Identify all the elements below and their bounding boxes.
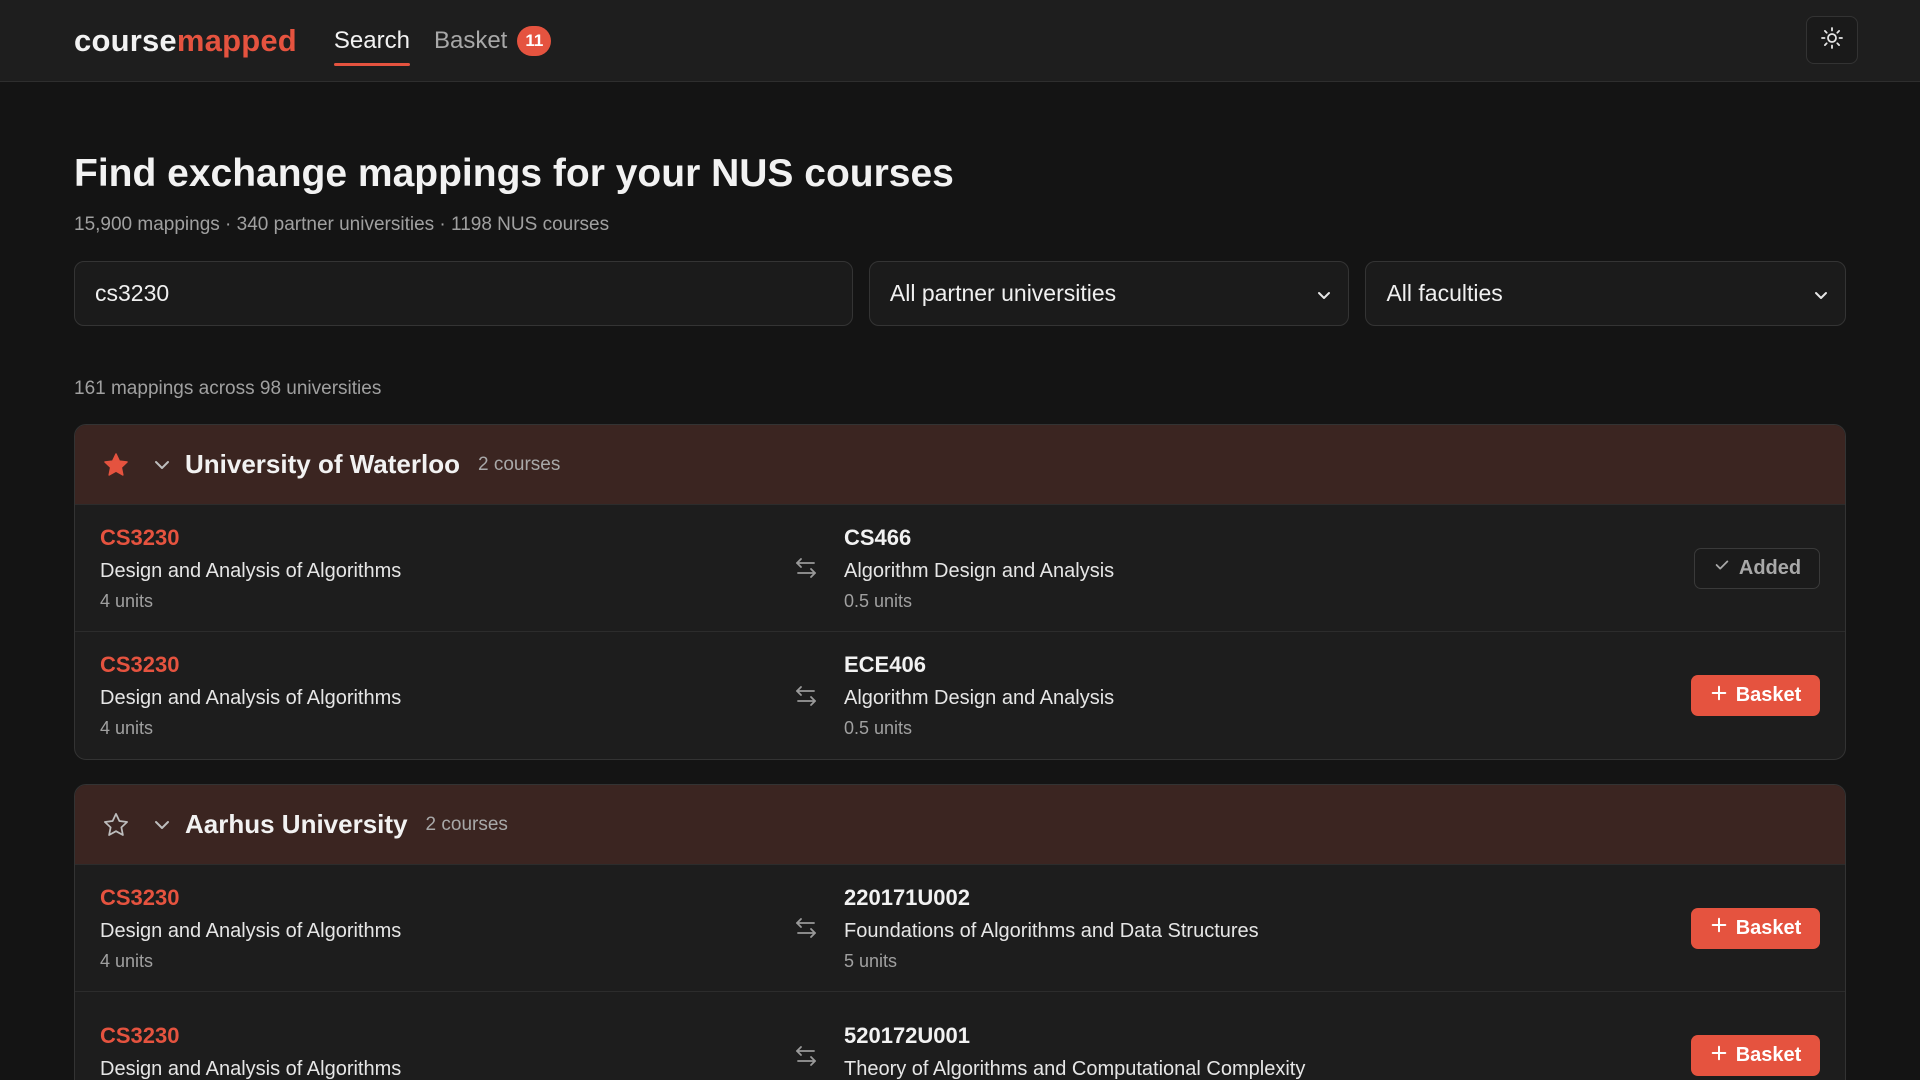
basket-count-badge: 11 <box>517 25 552 56</box>
university-group: University of Waterloo 2 courses CS3230 … <box>74 424 1846 760</box>
add-to-basket-button[interactable]: Basket <box>1691 1035 1820 1076</box>
swap-arrows-icon <box>794 684 844 708</box>
partner-course: 220171U002 Foundations of Algorithms and… <box>844 885 1820 972</box>
partner-course-name: Algorithm Design and Analysis <box>844 559 1115 582</box>
filter-bar: cs3230 All partner universities All facu… <box>74 261 1846 326</box>
main-content: Find exchange mappings for your NUS cour… <box>0 152 1920 1080</box>
nus-course-name: Design and Analysis of Algorithms <box>100 559 402 582</box>
swap-arrows-icon <box>794 1044 844 1068</box>
added-button[interactable]: Added <box>1694 547 1820 589</box>
added-label: Added <box>1738 556 1802 579</box>
tab-basket[interactable]: Basket 11 <box>433 0 552 81</box>
basket-button-label: Basket <box>1735 916 1802 939</box>
search-input-value: cs3230 <box>95 280 170 306</box>
university-select-value: All partner universities <box>889 280 1117 306</box>
nus-course-name: Design and Analysis of Algorithms <box>100 1057 402 1080</box>
swap-arrows-icon <box>794 556 844 580</box>
university-name: Aarhus University <box>185 809 408 839</box>
page-stats: 15,900 mappings · 340 partner universiti… <box>74 214 610 235</box>
search-input[interactable]: cs3230 <box>74 261 853 326</box>
top-navbar: coursemapped Search Basket 11 <box>0 0 1920 82</box>
partner-course: 520172U001 Theory of Algorithms and Comp… <box>844 1023 1820 1080</box>
nus-course-units: 4 units <box>100 950 154 971</box>
star-outline-icon[interactable] <box>101 810 131 840</box>
nus-course: CS3230 Design and Analysis of Algorithms <box>100 1023 790 1080</box>
mapping-row: CS3230 Design and Analysis of Algorithms… <box>75 505 1845 632</box>
partner-course-name: Foundations of Algorithms and Data Struc… <box>844 919 1259 942</box>
university-name: University of Waterloo <box>185 449 460 479</box>
partner-course-code: 220171U002 <box>844 884 971 910</box>
partner-course: ECE406 Algorithm Design and Analysis 0.5… <box>844 652 1820 739</box>
logo-part-course: course <box>74 22 177 58</box>
partner-course-code: CS466 <box>844 524 912 550</box>
partner-course-units: 0.5 units <box>844 590 913 611</box>
partner-course: CS466 Algorithm Design and Analysis 0.5 … <box>844 525 1820 612</box>
plus-icon <box>1710 916 1728 940</box>
partner-course-name: Theory of Algorithms and Computational C… <box>844 1057 1306 1080</box>
nus-course: CS3230 Design and Analysis of Algorithms… <box>100 652 790 739</box>
university-select[interactable]: All partner universities <box>868 261 1350 326</box>
chevron-down-icon[interactable] <box>151 454 173 476</box>
tab-search-label: Search <box>333 26 410 54</box>
page-title: Find exchange mappings for your NUS cour… <box>74 152 954 195</box>
nus-course: CS3230 Design and Analysis of Algorithms… <box>100 885 790 972</box>
chevron-down-icon <box>1314 284 1334 311</box>
partner-course-code: ECE406 <box>844 652 926 677</box>
nus-course-code[interactable]: CS3230 <box>100 652 790 678</box>
mapping-row: CS3230 Design and Analysis of Algorithms… <box>75 632 1845 759</box>
chevron-down-icon <box>1811 284 1831 311</box>
nus-course-units: 4 units <box>100 718 154 738</box>
nus-course-units: 4 units <box>100 590 154 611</box>
nus-course-code[interactable]: CS3230 <box>100 885 790 911</box>
sun-icon <box>1820 26 1844 55</box>
nus-course-code[interactable]: CS3230 <box>100 525 790 551</box>
plus-icon <box>1710 1044 1728 1068</box>
tab-search[interactable]: Search <box>333 0 411 81</box>
add-to-basket-button[interactable]: Basket <box>1691 907 1820 949</box>
faculty-select[interactable]: All faculties <box>1365 261 1846 326</box>
partner-course-code: 520172U001 <box>844 1022 971 1048</box>
university-header[interactable]: Aarhus University 2 courses <box>75 785 1845 865</box>
tab-basket-label: Basket <box>433 26 508 54</box>
add-to-basket-button[interactable]: Basket <box>1691 675 1820 716</box>
nus-course: CS3230 Design and Analysis of Algorithms… <box>100 525 790 612</box>
nus-course-code[interactable]: CS3230 <box>100 1023 790 1049</box>
partner-course-units: 0.5 units <box>844 718 913 738</box>
mapping-row: CS3230 Design and Analysis of Algorithms… <box>75 865 1845 992</box>
partner-course-units: 5 units <box>844 950 898 971</box>
basket-button-label: Basket <box>1735 684 1802 706</box>
theme-toggle-button[interactable] <box>1806 16 1858 64</box>
course-count: 2 courses <box>425 813 508 835</box>
nus-course-name: Design and Analysis of Algorithms <box>100 919 402 942</box>
star-filled-icon[interactable] <box>101 450 131 480</box>
chevron-down-icon[interactable] <box>151 814 173 836</box>
swap-arrows-icon <box>794 916 844 940</box>
partner-course-name: Algorithm Design and Analysis <box>844 687 1115 709</box>
results-summary: 161 mappings across 98 universities <box>74 378 382 399</box>
check-icon <box>1713 556 1731 580</box>
faculty-select-value: All faculties <box>1386 280 1503 306</box>
university-header[interactable]: University of Waterloo 2 courses <box>75 425 1845 505</box>
university-group: Aarhus University 2 courses CS3230 Desig… <box>74 784 1846 1080</box>
basket-button-label: Basket <box>1735 1044 1802 1066</box>
main-nav: Search Basket 11 <box>333 0 575 81</box>
app-logo[interactable]: coursemapped <box>74 23 297 59</box>
nus-course-name: Design and Analysis of Algorithms <box>100 687 402 709</box>
logo-part-mapped: mapped <box>176 22 297 58</box>
plus-icon <box>1710 684 1728 708</box>
course-count: 2 courses <box>477 453 561 475</box>
mapping-row: CS3230 Design and Analysis of Algorithms… <box>75 992 1845 1080</box>
